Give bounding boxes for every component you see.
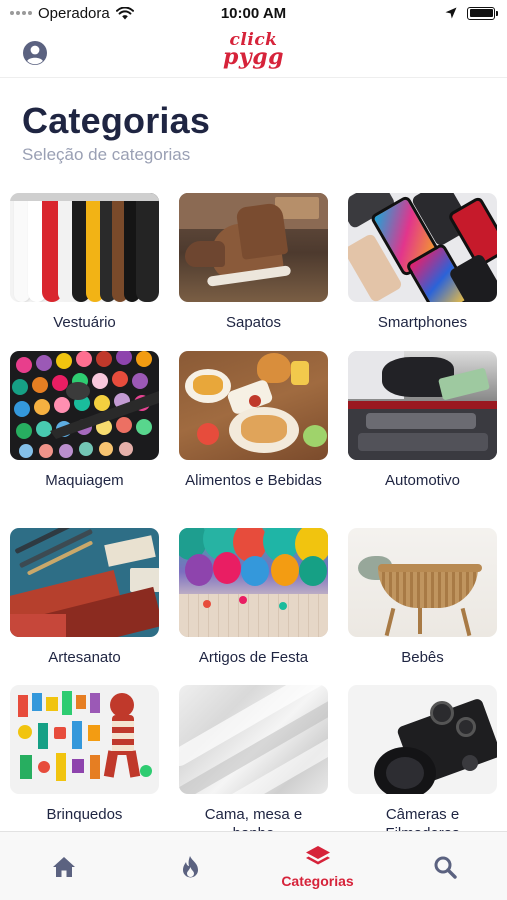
tab-bar: Categorias bbox=[0, 831, 507, 900]
category-image bbox=[10, 685, 159, 794]
category-label: Alimentos e Bebidas bbox=[185, 472, 322, 489]
logo-line-2: pygg bbox=[223, 44, 284, 70]
category-automotivo[interactable]: Automotivo bbox=[348, 351, 497, 490]
wifi-icon bbox=[115, 6, 134, 19]
page-title: Categorias bbox=[22, 100, 211, 141]
home-icon bbox=[52, 856, 75, 877]
category-image bbox=[179, 351, 328, 460]
category-image bbox=[179, 685, 328, 794]
category-brinquedos[interactable]: Brinquedos bbox=[10, 685, 159, 824]
battery-icon bbox=[467, 6, 498, 20]
category-alimentos-bebidas[interactable]: Alimentos e Bebidas bbox=[179, 351, 328, 490]
search-icon bbox=[434, 856, 457, 879]
category-label: Artigos de Festa bbox=[198, 649, 309, 666]
category-vestuario[interactable]: Vestuário bbox=[10, 193, 159, 332]
tab-label: Categorias bbox=[281, 872, 354, 889]
layers-icon bbox=[305, 845, 330, 864]
category-image bbox=[179, 193, 328, 302]
category-artesanato[interactable]: Artesanato bbox=[10, 528, 159, 667]
tab-search[interactable] bbox=[381, 832, 507, 900]
page-subtitle: Seleção de categorias bbox=[22, 145, 191, 164]
nav-bar: click pygg bbox=[0, 26, 507, 78]
tab-trending[interactable] bbox=[127, 832, 254, 900]
category-label: Smartphones bbox=[377, 314, 468, 331]
category-maquiagem[interactable]: Maquiagem bbox=[10, 351, 159, 490]
category-image bbox=[10, 193, 159, 302]
category-image bbox=[10, 528, 159, 637]
category-smartphones[interactable]: Smartphones bbox=[348, 193, 497, 332]
status-bar: Operadora 10:00 AM bbox=[0, 0, 507, 26]
location-arrow-icon bbox=[445, 7, 457, 19]
category-image bbox=[179, 528, 328, 637]
tab-categorias[interactable]: Categorias bbox=[254, 832, 381, 900]
category-image bbox=[348, 351, 497, 460]
flame-icon bbox=[182, 855, 198, 877]
category-artigos-de-festa[interactable]: Artigos de Festa bbox=[179, 528, 328, 667]
category-cama-mesa-banho[interactable]: Cama, mesa e banho bbox=[179, 685, 328, 843]
carrier-name: Operadora bbox=[38, 4, 110, 22]
category-image bbox=[10, 351, 159, 460]
status-bar-right bbox=[445, 6, 498, 20]
category-image bbox=[348, 528, 497, 637]
category-label: Brinquedos bbox=[46, 806, 123, 823]
makeup-palette-art bbox=[12, 351, 159, 458]
category-bebes[interactable]: Bebês bbox=[348, 528, 497, 667]
tab-home[interactable] bbox=[0, 832, 127, 900]
category-label: Vestuário bbox=[53, 314, 116, 331]
category-sapatos[interactable]: Sapatos bbox=[179, 193, 328, 332]
category-label: Automotivo bbox=[384, 472, 461, 489]
category-image bbox=[348, 193, 497, 302]
status-bar-left: Operadora bbox=[10, 5, 134, 22]
category-label: Maquiagem bbox=[45, 472, 124, 489]
category-label: Sapatos bbox=[225, 314, 282, 331]
category-label: Artesanato bbox=[48, 649, 121, 666]
signal-icon bbox=[10, 11, 32, 15]
category-label: Bebês bbox=[401, 649, 444, 666]
category-image bbox=[348, 685, 497, 794]
category-cameras-filmadoras[interactable]: Câmeras e Filmadoras bbox=[348, 685, 497, 843]
app-logo: click pygg bbox=[0, 32, 507, 70]
